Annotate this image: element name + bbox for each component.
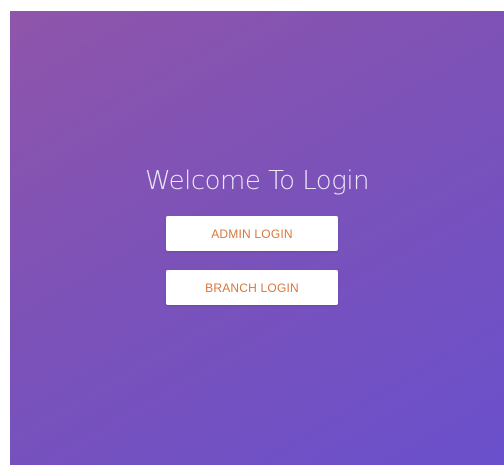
branch-login-button[interactable]: BRANCH LOGIN bbox=[166, 270, 338, 305]
login-panel: Welcome To Login ADMIN LOGIN BRANCH LOGI… bbox=[10, 11, 504, 465]
admin-login-button[interactable]: ADMIN LOGIN bbox=[166, 216, 338, 251]
page-title: Welcome To Login bbox=[144, 166, 370, 196]
